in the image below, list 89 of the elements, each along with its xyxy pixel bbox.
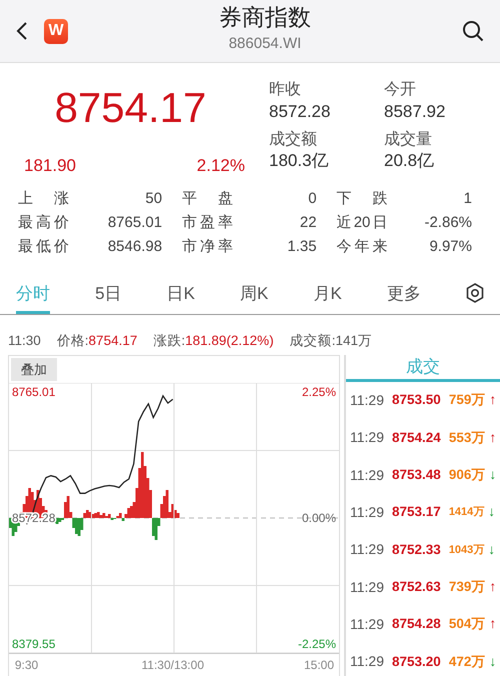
panel-title: 成交 [346, 354, 500, 382]
chart-tab[interactable]: 5日 [95, 281, 122, 314]
trade-time: 11:29 [350, 428, 384, 448]
chart-tab[interactable]: 日K [166, 281, 195, 314]
percent-label: 2.25% [302, 385, 336, 400]
field-label: 昨收 [269, 80, 302, 100]
overlay-button[interactable]: 叠加 [11, 358, 57, 382]
current-price: 8754.17 [54, 87, 206, 129]
chart-tab[interactable]: 周K [240, 281, 268, 314]
stat-value: 9.97% [429, 236, 472, 256]
time-label: 11:30 [8, 332, 41, 350]
trade-time: 11:29 [350, 652, 384, 672]
x-axis-label: 11:30/13:00 [142, 658, 204, 672]
back-icon[interactable] [16, 21, 28, 41]
field-value: 8587.92 [384, 100, 446, 123]
turnover-label: 成交额:141万 [290, 332, 372, 350]
percent-label: 0.00% [302, 511, 336, 526]
trade-volume: 504万 [448, 615, 486, 634]
percent-label: -2.25% [298, 637, 336, 652]
price-label: 价格: [56, 332, 89, 350]
arrow-icon: ↓ [488, 540, 496, 560]
arrow-icon: ↓ [488, 502, 496, 523]
arrow-icon: ↑ [489, 428, 496, 448]
trade-volume: 906万 [448, 466, 486, 484]
field-label: 成交量 [384, 130, 433, 150]
trade-volume: 553万 [448, 428, 486, 446]
trade-volume: 1414万 [448, 505, 484, 520]
trade-price: 8753.17 [392, 503, 441, 522]
trade-price: 8752.63 [392, 578, 441, 596]
chart-tab[interactable]: 月K [313, 281, 342, 314]
trade-volume: 759万 [448, 391, 486, 410]
stat-label: 市净率 [182, 236, 234, 256]
trade-price: 8753.20 [392, 652, 441, 671]
trade-volume: 739万 [448, 578, 486, 596]
arrow-icon: ↑ [489, 390, 496, 410]
field-label: 成交额 [269, 130, 318, 150]
arrow-icon: ↑ [489, 577, 496, 598]
stat-value: 22 [300, 212, 317, 232]
arrow-icon: ↑ [489, 614, 496, 635]
logo: W [44, 18, 68, 44]
trade-volume: 1043万 [448, 542, 484, 558]
arrow-icon: ↓ [489, 464, 496, 486]
trade-time: 11:29 [350, 502, 384, 522]
price-value: 8754.17 [88, 332, 138, 350]
search-icon[interactable] [462, 20, 484, 42]
stat-value: -2.86% [424, 212, 472, 232]
trade-time: 11:29 [350, 390, 384, 410]
settings-icon[interactable] [466, 283, 484, 304]
change-label: 涨跌: [153, 332, 186, 350]
trade-time: 11:29 [350, 540, 384, 560]
field-value: 8572.28 [269, 100, 332, 123]
trade-volume: 472万 [448, 652, 486, 671]
arrow-icon: ↓ [489, 652, 496, 672]
stat-value: 1.35 [287, 236, 317, 256]
stat-label: 今年来 [336, 236, 388, 256]
field-value: 20.8亿 [384, 150, 436, 172]
trade-price: 8754.24 [392, 428, 441, 446]
trade-price: 8752.33 [392, 540, 441, 559]
chart-tab[interactable]: 更多 [386, 281, 421, 314]
change-value: 181.89(2.12%) [185, 332, 274, 350]
stat-label: 上 涨 [18, 188, 69, 208]
y-axis-label: 8572.28 [12, 511, 56, 526]
stat-label: 最低价 [18, 236, 69, 256]
price-change: 181.90 [24, 155, 76, 177]
trade-time: 11:29 [350, 466, 384, 485]
stat-label: 最高价 [18, 212, 69, 232]
y-axis-label: 8765.01 [12, 385, 56, 400]
x-axis-label: 15:00 [304, 658, 334, 672]
trade-price: 8754.28 [392, 615, 441, 634]
stat-value: 1 [464, 188, 472, 208]
stat-label: 下 跌 [336, 188, 388, 208]
change-percent: 2.12% [196, 155, 245, 177]
field-value: 180.3亿 [269, 150, 330, 172]
x-axis-label: 9:30 [14, 658, 38, 672]
field-label: 今开 [384, 80, 417, 100]
stat-label: 市盈率 [182, 212, 234, 232]
stat-value: 0 [308, 188, 317, 208]
y-axis-label: 8379.55 [12, 637, 56, 652]
page-title: 券商指数 [219, 6, 311, 30]
trade-price: 8753.48 [392, 466, 441, 484]
stat-label: 近20日 [336, 212, 388, 232]
stat-value: 8546.98 [108, 236, 162, 256]
stat-label: 平 盘 [182, 188, 234, 208]
stock-code: 886054.WI [228, 34, 302, 54]
trade-time: 11:29 [350, 615, 384, 634]
stat-value: 8765.01 [108, 212, 162, 232]
stat-value: 50 [145, 188, 162, 208]
trade-time: 11:29 [350, 578, 384, 597]
trade-price: 8753.50 [392, 391, 441, 410]
